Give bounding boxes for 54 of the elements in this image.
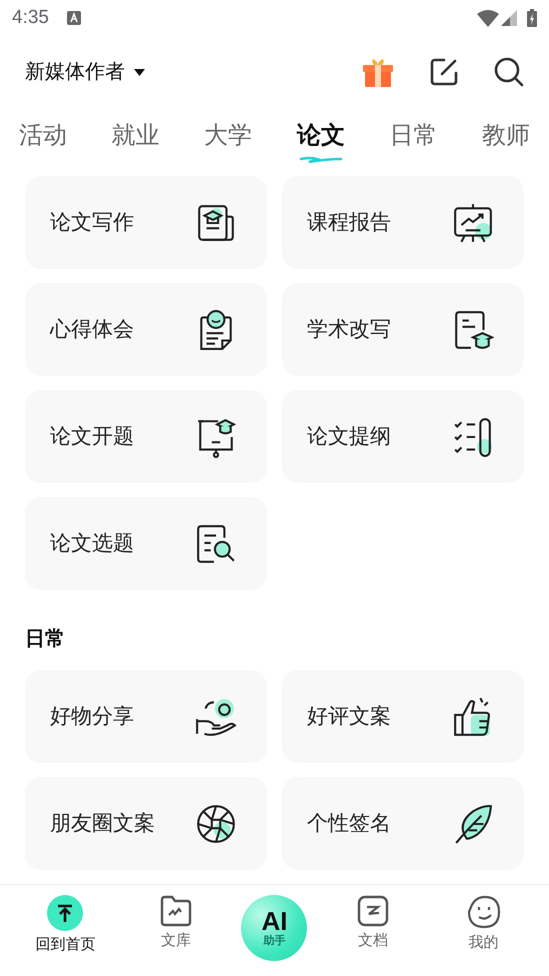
tool-card[interactable]: 论文选题 [25,497,267,590]
tool-card[interactable]: 朋友圈文案 [25,777,267,870]
section-heading: 日常 [25,627,66,652]
tool-card[interactable]: 好评文案 [282,670,524,763]
status-time: 4:35 [12,6,49,30]
card-label: 论文提纲 [307,424,391,450]
search-icon[interactable] [494,57,524,87]
document-search-icon [195,522,237,564]
category-tab[interactable]: 大学 [204,118,252,154]
card-label: 论文开题 [50,424,134,450]
keyboard-icon [66,11,81,25]
card-label: 个性签名 [307,810,391,837]
edit-icon[interactable] [430,58,458,86]
checklist-pen-icon [452,416,494,458]
chart-board-icon [452,202,494,244]
nav-item[interactable]: 文库 [130,895,221,951]
card-label: 朋友圈文案 [50,810,155,837]
aperture-icon [195,802,237,844]
card-label: 心得体会 [50,316,134,343]
category-tab[interactable]: 就业 [112,118,160,154]
tool-card[interactable]: 好物分享 [25,670,267,763]
card-label: 好评文案 [307,704,391,730]
tool-card[interactable]: 个性签名 [282,777,524,870]
category-tab[interactable]: 日常 [389,118,438,154]
tool-card[interactable]: 论文开题 [25,390,267,483]
account-title[interactable]: 新媒体作者 [25,57,125,87]
card-label: 学术改写 [307,316,391,343]
tool-card[interactable]: 论文写作 [25,176,267,269]
category-tab[interactable]: 论文 [296,118,345,154]
back-to-top-icon [47,895,84,931]
nav-item[interactable]: 回到首页 [20,895,110,955]
signal-icon [501,10,517,26]
nav-item[interactable]: 文档 [328,895,418,951]
tool-card[interactable]: 心得体会 [25,283,267,376]
gift-icon[interactable] [362,56,394,88]
tool-card[interactable]: 学术改写 [282,283,524,376]
folder-icon [160,895,192,927]
battery-icon [527,9,537,27]
tool-card[interactable]: 论文提纲 [282,390,524,483]
wifi-icon [477,10,499,26]
nav-item[interactable]: 我的 [438,895,529,953]
document-icon [357,895,390,927]
tool-card[interactable]: 课程报告 [282,176,524,269]
tab-underline [298,156,343,164]
card-label: 好物分享 [50,704,134,730]
ai-assistant-button[interactable]: AI 助手 [241,895,308,961]
card-label: 论文写作 [50,210,134,236]
document-cap-icon [452,308,494,350]
smiley-face-icon [466,895,501,929]
caret-icon[interactable] [134,68,145,76]
category-tab[interactable]: 活动 [19,118,67,154]
card-label: 课程报告 [307,210,391,236]
category-tab[interactable]: 教师 [482,118,530,154]
card-label: 论文选题 [50,530,134,557]
